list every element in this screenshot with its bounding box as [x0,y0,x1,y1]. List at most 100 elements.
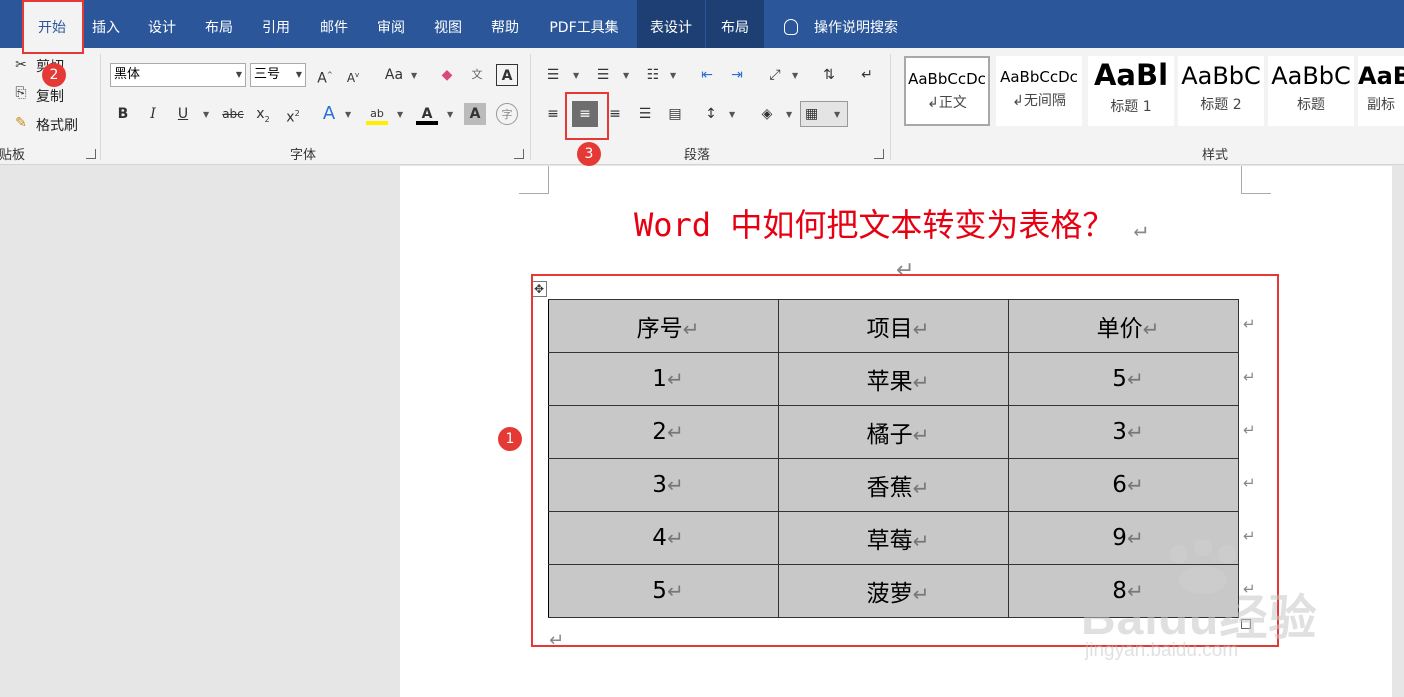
clear-formatting-icon[interactable]: ◆ [436,64,458,86]
chevron-down-icon[interactable]: ▼ [397,110,403,119]
chevron-down-icon[interactable]: ▼ [670,71,676,80]
underline-icon[interactable]: U [172,103,194,125]
annotation-box-home-tab [22,0,84,54]
tab-table-design[interactable]: 表设计 [637,0,705,48]
vertical-scrollbar[interactable] [1392,166,1404,697]
text-direction-icon[interactable]: ⤢ [764,64,786,86]
multilevel-list-icon[interactable]: ☷ [642,64,664,86]
ribbon-home: ✂ 剪切 ⎘ 复制 ✎ 格式刷 剪贴板 黑体 ▼ 三号 ▼ A^ Av Aa ▼… [0,48,1404,165]
style-heading-2[interactable]: AaBbC 标题 2 [1178,56,1264,126]
distributed-icon[interactable]: ▤ [664,103,686,125]
chevron-down-icon[interactable]: ▼ [447,110,453,119]
change-case-icon[interactable]: Aa [380,64,408,86]
font-name-combo[interactable]: 黑体 ▼ [110,63,246,87]
chevron-down-icon[interactable]: ▼ [203,110,209,119]
superscript-icon[interactable]: x2 [282,103,304,126]
paragraph-launcher-icon[interactable] [874,149,884,159]
style-name: ↲正文 [927,95,967,111]
bold-icon[interactable]: B [112,103,134,125]
tab-view[interactable]: 视图 [426,0,470,48]
text-effects-icon[interactable]: A [318,103,340,125]
style-no-spacing[interactable]: AaBbCcDc ↲无间隔 [996,56,1082,126]
title-text: Word 中如何把文本转变为表格？ [634,206,1115,244]
increase-indent-icon[interactable]: ⇥ [726,64,748,86]
grow-font-icon[interactable]: A^ [314,64,336,87]
bullets-icon[interactable]: ☰ [542,64,564,86]
tell-me-label: 操作说明搜索 [814,20,898,36]
font-launcher-icon[interactable] [514,149,524,159]
clipboard-launcher-icon[interactable] [86,149,96,159]
font-name-value: 黑体 [114,67,141,82]
format-painter-icon[interactable]: ✎ [10,112,32,134]
copy-button[interactable]: 复制 [36,86,64,106]
style-name: 标题 [1297,97,1325,113]
format-painter-button[interactable]: 格式刷 [36,115,78,135]
sort-icon[interactable]: ⇅ [818,64,840,86]
tab-pdf-tools[interactable]: PDF工具集 [538,0,630,48]
tab-design[interactable]: 设计 [140,0,184,48]
justify-icon[interactable]: ☰ [634,103,656,125]
annotation-badge: 3 [577,142,601,166]
chevron-down-icon[interactable]: ▼ [623,71,629,80]
show-marks-icon[interactable]: ↵ [856,64,878,86]
group-divider [890,54,891,160]
tab-table-layout[interactable]: 布局 [706,0,764,48]
style-sample: AaBl [1093,58,1169,92]
chevron-down-icon[interactable]: ▼ [573,71,579,80]
style-heading-1[interactable]: AaBl 标题 1 [1088,56,1174,126]
styles-group-label: 样式 [1202,148,1229,163]
tab-layout[interactable]: 布局 [197,0,241,48]
style-sample: AaB [1358,62,1404,90]
lightbulb-icon [784,19,798,35]
align-left-icon[interactable]: ≡ [542,103,564,125]
copy-icon[interactable]: ⎘ [10,82,32,104]
font-color-icon[interactable]: A [416,103,438,125]
tab-mailings[interactable]: 邮件 [312,0,356,48]
shrink-font-icon[interactable]: Av [342,64,364,86]
chevron-down-icon: ▼ [295,70,302,79]
crop-mark [519,166,549,194]
tab-insert[interactable]: 插入 [84,0,128,48]
highlight-icon[interactable]: ab [366,103,388,125]
style-sample: AaBbC [1271,62,1351,90]
tab-references[interactable]: 引用 [254,0,298,48]
baidu-watermark: Baidu经验 jingyan.baidu.com [1075,540,1335,670]
crop-mark [1241,166,1271,194]
chevron-down-icon[interactable]: ▼ [834,110,840,119]
chevron-down-icon[interactable]: ▼ [411,71,417,80]
shading-icon[interactable]: ◈ [756,103,778,125]
character-shading-icon[interactable]: A [464,103,486,125]
annotation-box-align-center [565,92,609,140]
enclose-characters-icon[interactable]: 字 [496,103,518,125]
chevron-down-icon[interactable]: ▼ [792,71,798,80]
document-title: Word 中如何把文本转变为表格？ ↵ [634,200,1147,246]
subscript-icon[interactable]: x2 [252,103,274,125]
chevron-down-icon[interactable]: ▼ [786,110,792,119]
strikethrough-icon[interactable]: abc [220,103,246,125]
scissors-icon[interactable]: ✂ [10,54,32,76]
tab-review[interactable]: 审阅 [369,0,413,48]
numbering-icon[interactable]: ☰ [592,64,614,86]
phonetic-guide-icon[interactable]: 文 [466,64,488,86]
style-normal[interactable]: AaBbCcDc ↲正文 [904,56,990,126]
line-spacing-icon[interactable]: ↕ [700,103,722,125]
character-border-icon[interactable]: A [496,64,518,86]
style-sample: AaBbCcDc [908,70,986,88]
font-size-combo[interactable]: 三号 ▼ [250,63,306,87]
chevron-down-icon[interactable]: ▼ [729,110,735,119]
paragraph-mark: ↵ [1133,217,1147,242]
decrease-indent-icon[interactable]: ⇤ [696,64,718,86]
group-divider [530,54,531,160]
chevron-down-icon[interactable]: ▼ [345,110,351,119]
style-title[interactable]: AaBbC 标题 [1268,56,1354,126]
font-group-label: 字体 [290,148,317,163]
italic-icon[interactable]: I [142,103,164,125]
tab-help[interactable]: 帮助 [483,0,527,48]
tell-me-search[interactable]: 操作说明搜索 [780,0,898,48]
style-subtitle[interactable]: AaB 副标 [1358,56,1404,126]
style-sample: AaBbC [1181,62,1261,90]
style-name: 标题 2 [1200,97,1242,113]
ribbon-tab-bar: 开始 插入 设计 布局 引用 邮件 审阅 视图 帮助 PDF工具集 表设计 布局… [0,0,1404,48]
watermark-url: jingyan.baidu.com [1085,640,1239,661]
borders-icon[interactable]: ▦ [800,101,848,127]
